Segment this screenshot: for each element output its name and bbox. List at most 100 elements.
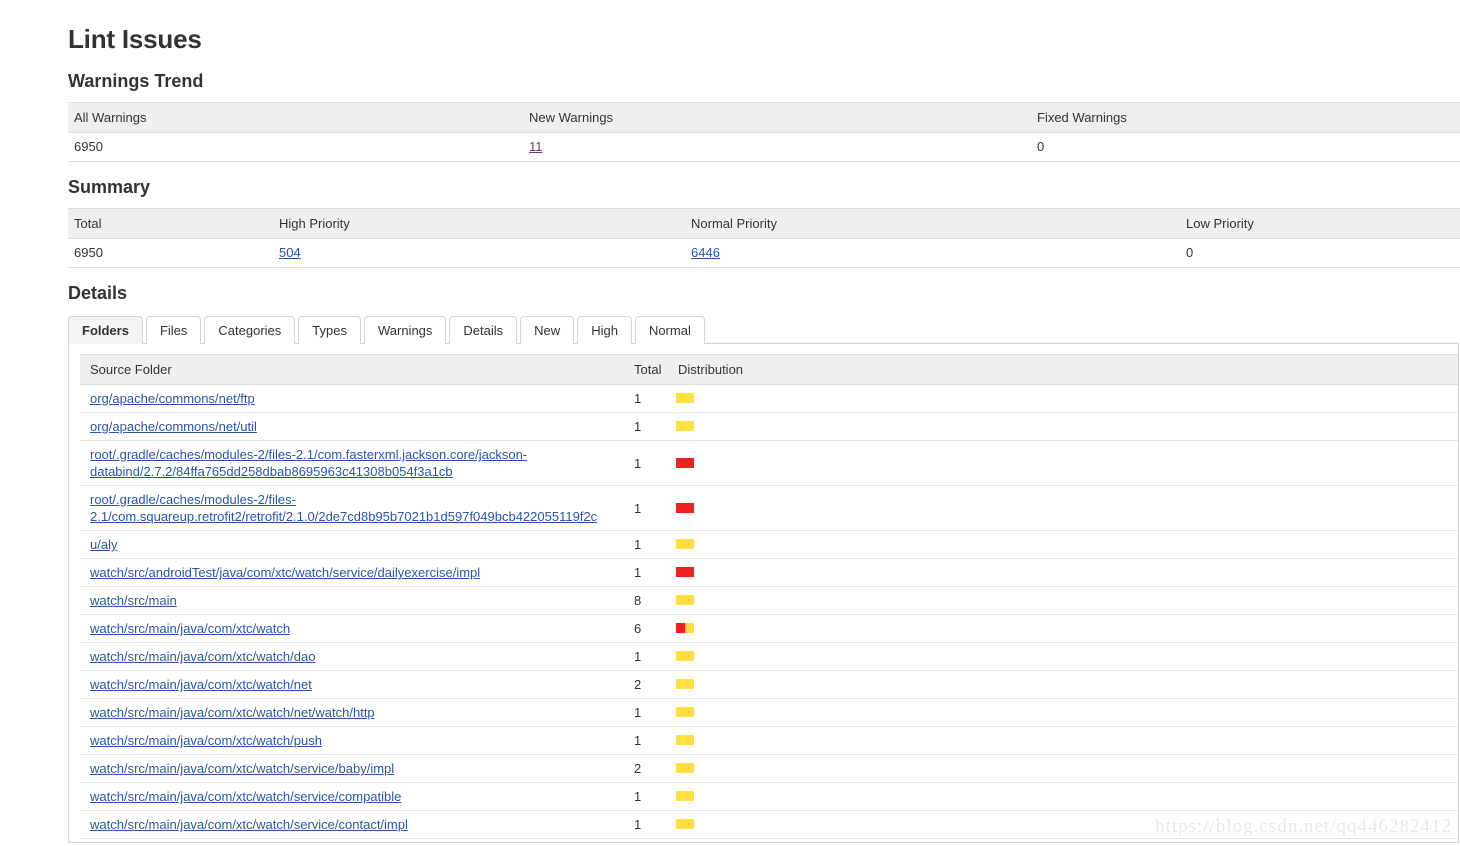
- source-folder-link[interactable]: watch/src/main/java/com/xtc/watch/servic…: [90, 789, 401, 804]
- column-header-fixed-warnings: Fixed Warnings: [1031, 102, 1460, 133]
- source-folder-link[interactable]: watch/src/main/java/com/xtc/watch/dao: [90, 649, 315, 664]
- total-cell: 1: [634, 698, 668, 727]
- source-folder-link[interactable]: watch/src/main: [90, 593, 177, 608]
- distribution-bar: [676, 679, 694, 689]
- column-header-new-warnings: New Warnings: [523, 102, 1031, 133]
- distribution-cell: [668, 726, 1458, 755]
- source-folder-link[interactable]: watch/src/main/java/com/xtc/watch: [90, 621, 290, 636]
- source-folder-link[interactable]: watch/src/main/java/com/xtc/watch/servic…: [90, 761, 394, 776]
- trend-cell-0: 6950: [68, 132, 523, 162]
- table-row: watch/src/main/java/com/xtc/watch/push 1: [80, 726, 1458, 755]
- distribution-segment: [676, 679, 694, 689]
- table-row: watch/src/main/java/com/xtc/watch/dao 1: [80, 642, 1458, 671]
- summary-cell-0: 6950: [68, 238, 273, 268]
- distribution-bar: [676, 457, 694, 468]
- column-header-total: Total: [68, 208, 273, 239]
- distribution-bar: [676, 791, 694, 801]
- distribution-segment: [676, 567, 694, 577]
- summary-link-1[interactable]: 504: [279, 245, 301, 260]
- total-cell: 1: [634, 726, 668, 755]
- table-row: root/.gradle/caches/modules-2/files-2.1/…: [80, 485, 1458, 531]
- source-folder-cell: watch/src/main/java/com/xtc/watch/servic…: [80, 754, 634, 783]
- column-header-source-folder: Source Folder: [80, 354, 634, 385]
- source-folder-cell: watch/src/main/java/com/xtc/watch/servic…: [80, 782, 634, 811]
- column-header-total: Total: [634, 354, 668, 385]
- distribution-cell: [668, 530, 1458, 559]
- table-row: watch/src/main/java/com/xtc/watch/servic…: [80, 782, 1458, 811]
- table-row: org/apache/commons/net/ftp 1: [80, 384, 1458, 413]
- distribution-cell: [668, 586, 1458, 615]
- distribution-bar: [676, 393, 694, 403]
- page-container: Lint Issues Warnings Trend All Warnings …: [0, 0, 1460, 843]
- source-folder-link[interactable]: watch/src/main/java/com/xtc/watch/push: [90, 733, 322, 748]
- warnings-trend-table: All Warnings New Warnings Fixed Warnings…: [68, 102, 1460, 162]
- column-header-high-priority: High Priority: [273, 208, 685, 239]
- source-folder-link[interactable]: watch/src/main/java/com/xtc/watch/net/wa…: [90, 705, 375, 720]
- distribution-cell: [668, 670, 1458, 699]
- distribution-segment: [676, 735, 694, 745]
- total-cell: 2: [634, 754, 668, 783]
- tab-new[interactable]: New: [520, 316, 575, 344]
- tab-files[interactable]: Files: [145, 316, 202, 344]
- distribution-segment: [676, 539, 694, 549]
- summary-cell-3: 0: [1180, 238, 1460, 268]
- trend-cell-1: 11: [523, 132, 1031, 162]
- source-folder-link[interactable]: u/aly: [90, 537, 117, 552]
- column-header-all-warnings: All Warnings: [68, 102, 523, 133]
- table-header-row: Source Folder Total Distribution: [80, 354, 1458, 385]
- total-cell: 1: [634, 530, 668, 559]
- tab-high[interactable]: High: [577, 316, 632, 344]
- total-cell: 2: [634, 670, 668, 699]
- summary-title: Summary: [68, 177, 151, 197]
- tab-types[interactable]: Types: [298, 316, 361, 344]
- distribution-cell: [668, 642, 1458, 671]
- distribution-cell: [668, 810, 1458, 839]
- source-folder-link[interactable]: watch/src/main/java/com/xtc/watch/servic…: [90, 817, 408, 832]
- summary-table: Total High Priority Normal Priority Low …: [68, 208, 1460, 268]
- table-row: watch/src/main/java/com/xtc/watch/servic…: [80, 838, 1458, 842]
- distribution-segment: [676, 707, 694, 717]
- distribution-segment: [676, 457, 694, 468]
- source-folder-link[interactable]: root/.gradle/caches/modules-2/files-2.1/…: [90, 447, 527, 479]
- source-folder-cell: watch/src/main/java/com/xtc/watch/net: [80, 670, 634, 699]
- distribution-cell: [668, 838, 1458, 842]
- source-folder-cell: u/aly: [80, 530, 634, 559]
- total-cell: 1: [634, 642, 668, 671]
- distribution-cell: [668, 485, 1458, 531]
- source-folder-link[interactable]: org/apache/commons/net/ftp: [90, 391, 255, 406]
- total-cell: 1: [634, 810, 668, 839]
- table-row: u/aly 1: [80, 530, 1458, 559]
- summary-link-2[interactable]: 6446: [691, 245, 720, 260]
- table-row: 6950 504 6446 0: [68, 238, 1460, 268]
- table-header-row: All Warnings New Warnings Fixed Warnings: [68, 102, 1460, 133]
- summary-body: 6950 504 6446 0: [68, 238, 1460, 268]
- distribution-segment: [685, 623, 694, 633]
- total-cell: 1: [634, 485, 668, 531]
- tab-warnings[interactable]: Warnings: [363, 316, 447, 344]
- source-folder-link[interactable]: watch/src/androidTest/java/com/xtc/watch…: [90, 565, 480, 580]
- source-folder-cell: root/.gradle/caches/modules-2/files-2.1/…: [80, 440, 634, 486]
- tab-categories[interactable]: Categories: [204, 316, 296, 344]
- folders-table: Source Folder Total Distribution org/apa…: [80, 354, 1458, 842]
- total-cell: 1: [634, 440, 668, 486]
- source-folder-link[interactable]: org/apache/commons/net/util: [90, 419, 257, 434]
- tab-folders[interactable]: Folders: [68, 316, 143, 344]
- table-row: watch/src/main/java/com/xtc/watch 6: [80, 614, 1458, 643]
- details-tab-list: Folders Files Categories Types Warnings Detai…: [68, 316, 1460, 344]
- source-folder-cell: org/apache/commons/net/util: [80, 412, 634, 441]
- distribution-segment: [676, 421, 694, 431]
- total-cell: 1: [634, 782, 668, 811]
- source-folder-link[interactable]: root/.gradle/caches/modules-2/files-2.1/…: [90, 492, 597, 524]
- trend-link-1[interactable]: 11: [529, 139, 543, 154]
- distribution-bar: [676, 623, 694, 633]
- table-row: root/.gradle/caches/modules-2/files-2.1/…: [80, 440, 1458, 486]
- tab-details[interactable]: Details: [449, 316, 518, 344]
- source-folder-link[interactable]: watch/src/main/java/com/xtc/watch/net: [90, 677, 312, 692]
- distribution-segment: [676, 393, 694, 403]
- distribution-bar: [676, 735, 694, 745]
- details-tab-panel: Source Folder Total Distribution org/apa…: [68, 343, 1459, 843]
- source-folder-cell: watch/src/main/java/com/xtc/watch/servic…: [80, 810, 634, 839]
- tab-normal[interactable]: Normal: [634, 316, 705, 344]
- source-folder-cell: org/apache/commons/net/ftp: [80, 384, 634, 413]
- table-row: watch/src/main/java/com/xtc/watch/net/wa…: [80, 698, 1458, 727]
